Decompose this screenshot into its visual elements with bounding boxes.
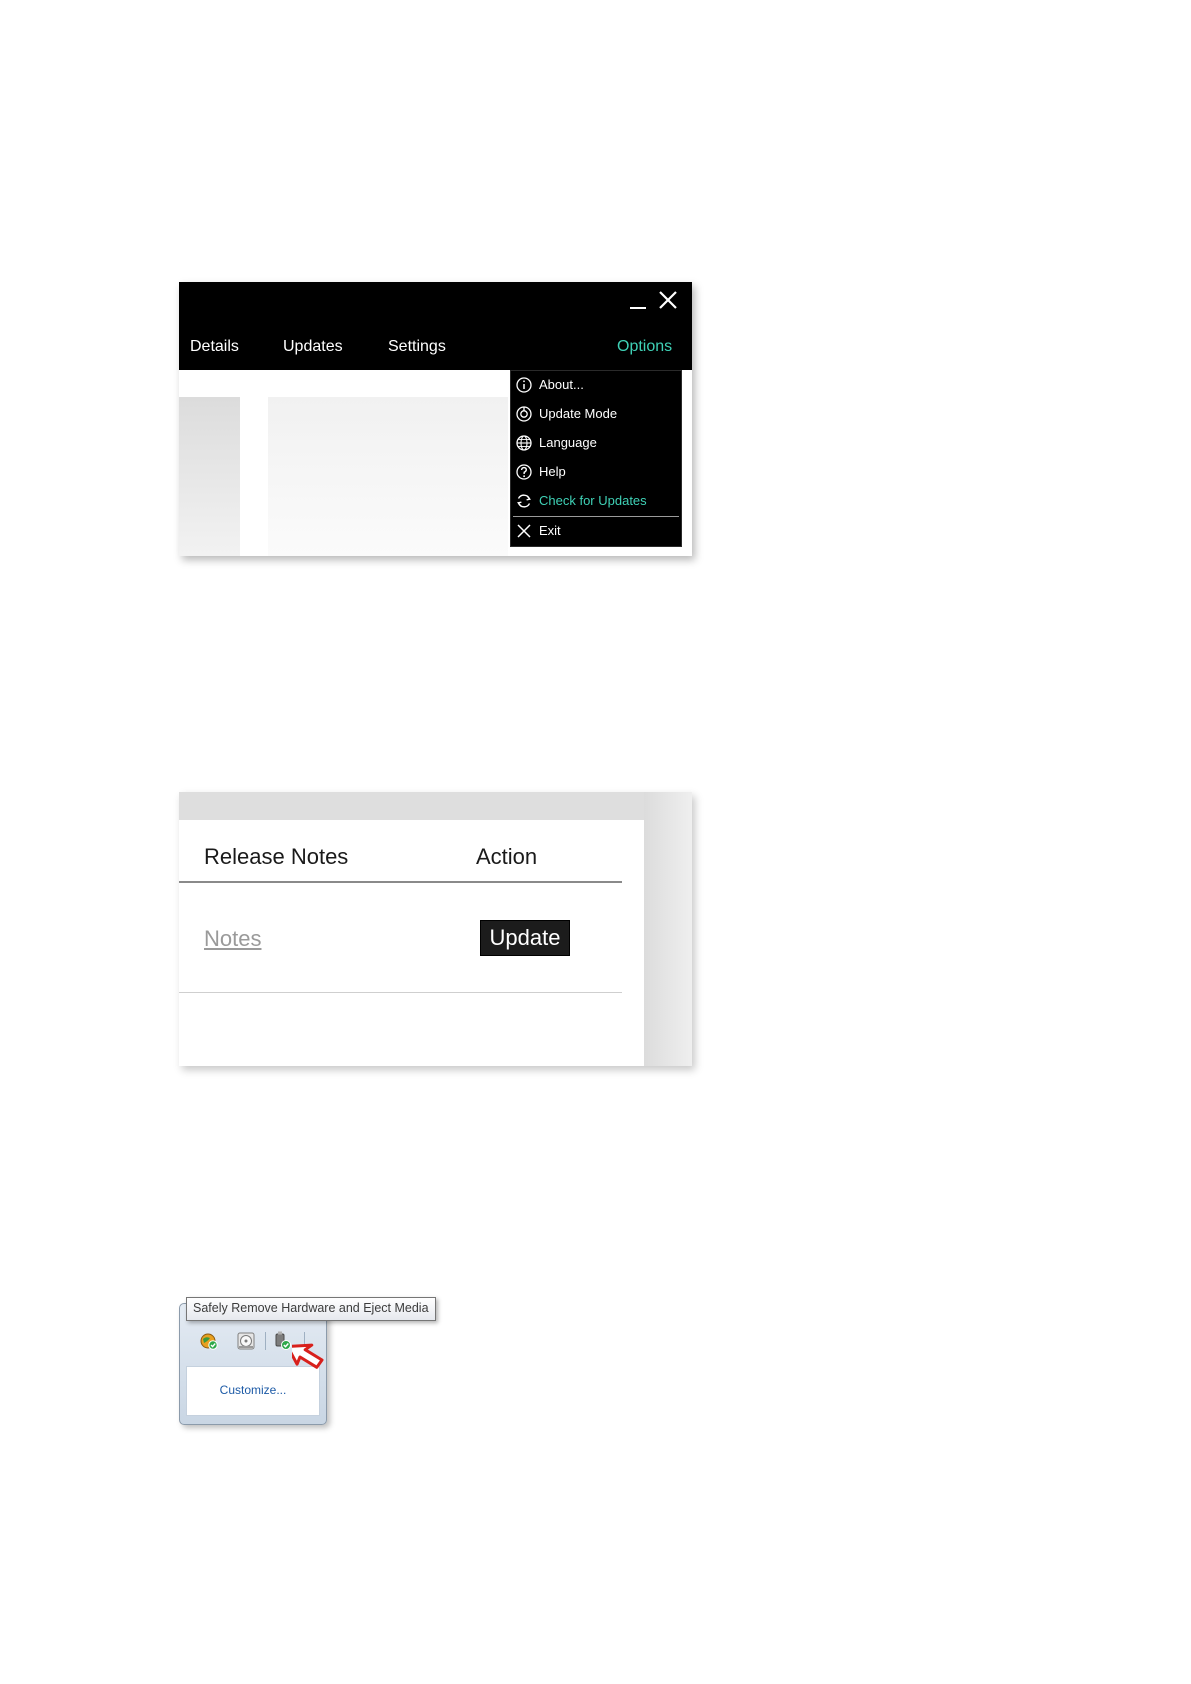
row-divider bbox=[179, 992, 622, 993]
menu-item-label: Exit bbox=[539, 523, 561, 538]
panel-side-bar bbox=[644, 792, 692, 1066]
title-bar: Details Updates Settings Options bbox=[179, 282, 692, 370]
info-icon bbox=[515, 376, 533, 394]
content-panel bbox=[268, 397, 508, 556]
menu-item-update-mode[interactable]: Update Mode bbox=[511, 401, 681, 427]
minimize-icon[interactable] bbox=[626, 288, 652, 314]
menu-item-label: About... bbox=[539, 377, 584, 392]
update-mode-icon bbox=[515, 405, 533, 423]
menu-item-about[interactable]: About... bbox=[511, 372, 681, 398]
panel-top-bar bbox=[179, 792, 674, 820]
tab-details[interactable]: Details bbox=[190, 338, 239, 356]
disc-icon[interactable] bbox=[235, 1330, 257, 1352]
menu-item-label: Check for Updates bbox=[539, 493, 647, 508]
close-icon[interactable] bbox=[655, 288, 681, 314]
menu-separator bbox=[513, 516, 679, 517]
options-menu: About... Update Mode Language Help Check… bbox=[510, 370, 682, 547]
menu-item-check-for-updates[interactable]: Check for Updates bbox=[511, 488, 681, 514]
release-notes-panel: Release Notes Action Notes Update bbox=[179, 792, 692, 1066]
tab-options[interactable]: Options bbox=[617, 338, 672, 356]
red-arrow-cursor-icon bbox=[292, 1338, 336, 1376]
notes-link[interactable]: Notes bbox=[204, 926, 261, 952]
tooltip-safely-remove-hardware: Safely Remove Hardware and Eject Media bbox=[186, 1297, 436, 1321]
globe-icon bbox=[515, 434, 533, 452]
tray-divider bbox=[265, 1332, 266, 1350]
help-icon bbox=[515, 463, 533, 481]
usb-eject-icon[interactable] bbox=[271, 1330, 293, 1352]
refresh-icon bbox=[515, 492, 533, 510]
menu-item-help[interactable]: Help bbox=[511, 459, 681, 485]
tab-settings[interactable]: Settings bbox=[388, 338, 446, 356]
tab-updates[interactable]: Updates bbox=[283, 338, 343, 356]
menu-item-label: Help bbox=[539, 464, 566, 479]
column-header-action: Action bbox=[476, 844, 538, 869]
customize-link[interactable]: Customize... bbox=[187, 1383, 319, 1397]
content-sidebar bbox=[179, 397, 240, 556]
update-button[interactable]: Update bbox=[480, 920, 570, 956]
header-divider bbox=[179, 881, 622, 883]
app-window-options: Details Updates Settings Options About..… bbox=[179, 282, 692, 556]
menu-item-label: Update Mode bbox=[539, 406, 618, 421]
menu-item-label: Language bbox=[539, 435, 597, 450]
close-icon bbox=[515, 522, 533, 540]
network-globe-icon[interactable] bbox=[198, 1330, 220, 1352]
menu-item-exit[interactable]: Exit bbox=[511, 518, 681, 544]
column-header-release-notes: Release Notes bbox=[204, 844, 349, 869]
menu-item-language[interactable]: Language bbox=[511, 430, 681, 456]
